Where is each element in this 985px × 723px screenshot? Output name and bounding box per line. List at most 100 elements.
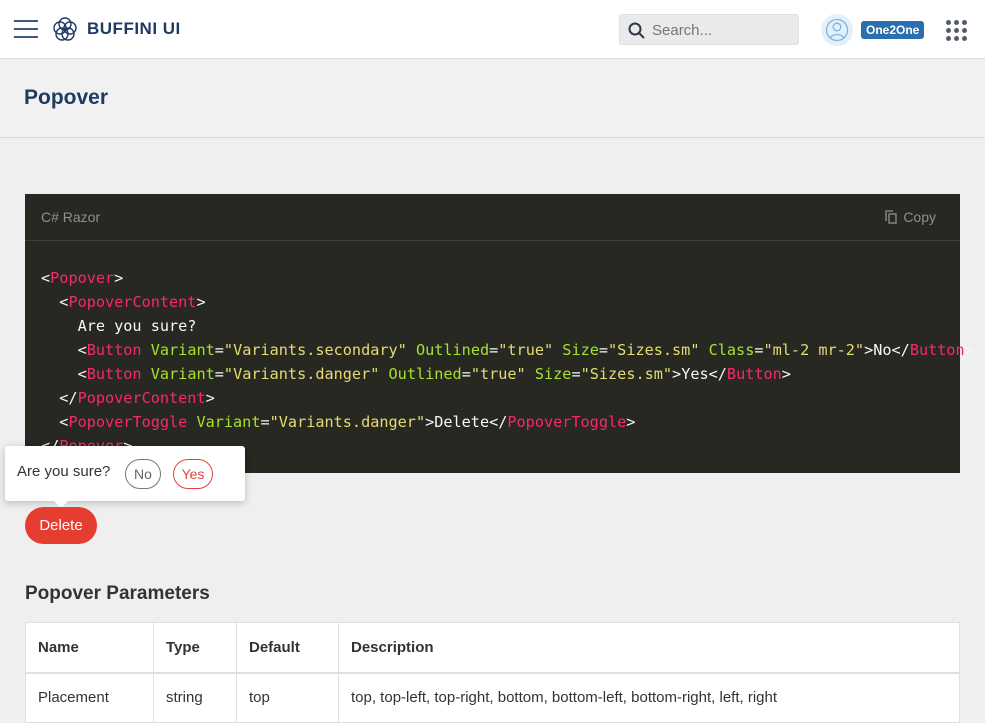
code-token-attr: Variant: [150, 365, 215, 383]
code-token-p: <: [41, 341, 87, 359]
user-avatar[interactable]: [821, 14, 853, 46]
apps-grid-icon[interactable]: [946, 20, 968, 42]
brand-name: BUFFINI UI: [87, 19, 181, 38]
one2one-badge[interactable]: One2One: [861, 21, 925, 39]
delete-button[interactable]: Delete: [25, 507, 97, 544]
code-token-attr: Outlined: [388, 365, 462, 383]
user-icon: [825, 18, 849, 42]
code-token-attr: Class: [708, 341, 755, 359]
code-token-tag: Button: [86, 365, 142, 383]
code-token-str: "Sizes.sm": [608, 341, 700, 359]
code-token-tag: PopoverToggle: [68, 413, 188, 431]
code-token-p: >: [196, 293, 206, 311]
code-token-str: "ml-2 mr-2": [763, 341, 865, 359]
code-line: <Button Variant="Variants.danger" Outlin…: [41, 362, 974, 386]
code-token-p: =: [571, 365, 581, 383]
code-token-p: =: [489, 341, 499, 359]
code-token-p: >Delete</: [425, 413, 508, 431]
code-token-str: "Sizes.sm": [580, 365, 673, 383]
params-table: Name Type Default Description Placement …: [25, 622, 960, 723]
code-token-p: [142, 341, 151, 359]
table-header-row: Name Type Default Description: [25, 622, 960, 674]
yes-button[interactable]: Yes: [173, 459, 213, 489]
code-token-tag: PopoverContent: [68, 293, 197, 311]
popover-text: Are you sure?: [17, 463, 111, 480]
table-row: Placement string top top, top-left, top-…: [25, 672, 960, 723]
code-line: Are you sure?: [41, 314, 974, 338]
cell-name: Placement: [25, 672, 154, 723]
code-token-p: =: [214, 341, 224, 359]
code-token-str: "true": [470, 365, 526, 383]
code-token-p: >: [626, 413, 636, 431]
copy-icon: [885, 210, 897, 224]
code-block: C# Razor Copy <Popover> <PopoverContent>…: [25, 194, 974, 473]
code-lines: <Popover> <PopoverContent> Are you sure?…: [41, 266, 974, 458]
popover: Are you sure? No Yes: [5, 446, 245, 508]
header-name: Name: [25, 622, 154, 674]
code-token-str: "Variants.danger": [223, 365, 380, 383]
code-token-str: "Variants.danger": [269, 413, 426, 431]
code-token-p: [407, 341, 416, 359]
code-token-p: =: [754, 341, 764, 359]
copy-label: Copy: [903, 209, 936, 225]
code-line: <Button Variant="Variants.secondary" Out…: [41, 338, 974, 362]
search-icon: [628, 22, 645, 39]
code-line: <PopoverToggle Variant="Variants.danger"…: [41, 410, 974, 434]
cell-description: top, top-left, top-right, bottom, bottom…: [338, 672, 960, 723]
code-token-p: >No</: [864, 341, 910, 359]
code-token-p: Are you sure?: [41, 317, 197, 335]
code-token-p: [526, 365, 535, 383]
code-token-p: >: [205, 389, 215, 407]
code-token-attr: Variant: [196, 413, 261, 431]
code-token-p: >: [781, 365, 791, 383]
flower-logo: [53, 17, 77, 41]
code-token-p: [699, 341, 708, 359]
code-token-p: </: [41, 389, 78, 407]
code-token-tag: Popover: [50, 269, 115, 287]
header-default: Default: [236, 622, 339, 674]
cell-type: string: [153, 672, 237, 723]
code-token-p: [553, 341, 562, 359]
no-button[interactable]: No: [125, 459, 161, 489]
menu-icon[interactable]: [14, 20, 38, 38]
params-title: Popover Parameters: [25, 583, 210, 604]
code-token-p: <: [41, 293, 69, 311]
search-input[interactable]: [652, 19, 792, 41]
header-type: Type: [153, 622, 237, 674]
code-line: <PopoverContent>: [41, 290, 974, 314]
cell-default: top: [236, 672, 339, 723]
code-token-tag: Button: [909, 341, 965, 359]
code-token-p: >: [114, 269, 124, 287]
page-header: Popover: [0, 60, 985, 138]
top-bar: BUFFINI UI One2One: [0, 0, 985, 59]
code-language: C# Razor: [41, 209, 101, 225]
copy-button[interactable]: Copy: [885, 209, 936, 225]
code-token-str: "true": [498, 341, 554, 359]
code-token-str: "Variants.secondary": [223, 341, 407, 359]
code-line: <Popover>: [41, 266, 974, 290]
code-token-p: =: [260, 413, 270, 431]
header-description: Description: [338, 622, 960, 674]
code-token-attr: Size: [534, 365, 572, 383]
code-token-p: <: [41, 413, 69, 431]
code-token-attr: Size: [562, 341, 599, 359]
page-title: Popover: [24, 86, 109, 109]
code-token-tag: PopoverContent: [77, 389, 206, 407]
code-token-p: [379, 365, 388, 383]
code-token-p: =: [598, 341, 609, 359]
code-token-p: >Yes</: [672, 365, 727, 383]
code-token-tag: Button: [726, 365, 782, 383]
code-line: </PopoverContent>: [41, 386, 974, 410]
code-token-p: <: [41, 269, 51, 287]
code-header: C# Razor Copy: [25, 194, 960, 241]
search-box[interactable]: [619, 14, 799, 45]
code-token-p: >: [964, 341, 974, 359]
code-token-p: [142, 365, 151, 383]
code-token-p: =: [461, 365, 471, 383]
code-token-tag: Button: [86, 341, 142, 359]
code-token-attr: Outlined: [415, 341, 490, 359]
code-token-tag: PopoverToggle: [507, 413, 627, 431]
code-token-p: =: [214, 365, 224, 383]
code-token-p: <: [41, 365, 87, 383]
code-token-attr: Variant: [150, 341, 215, 359]
